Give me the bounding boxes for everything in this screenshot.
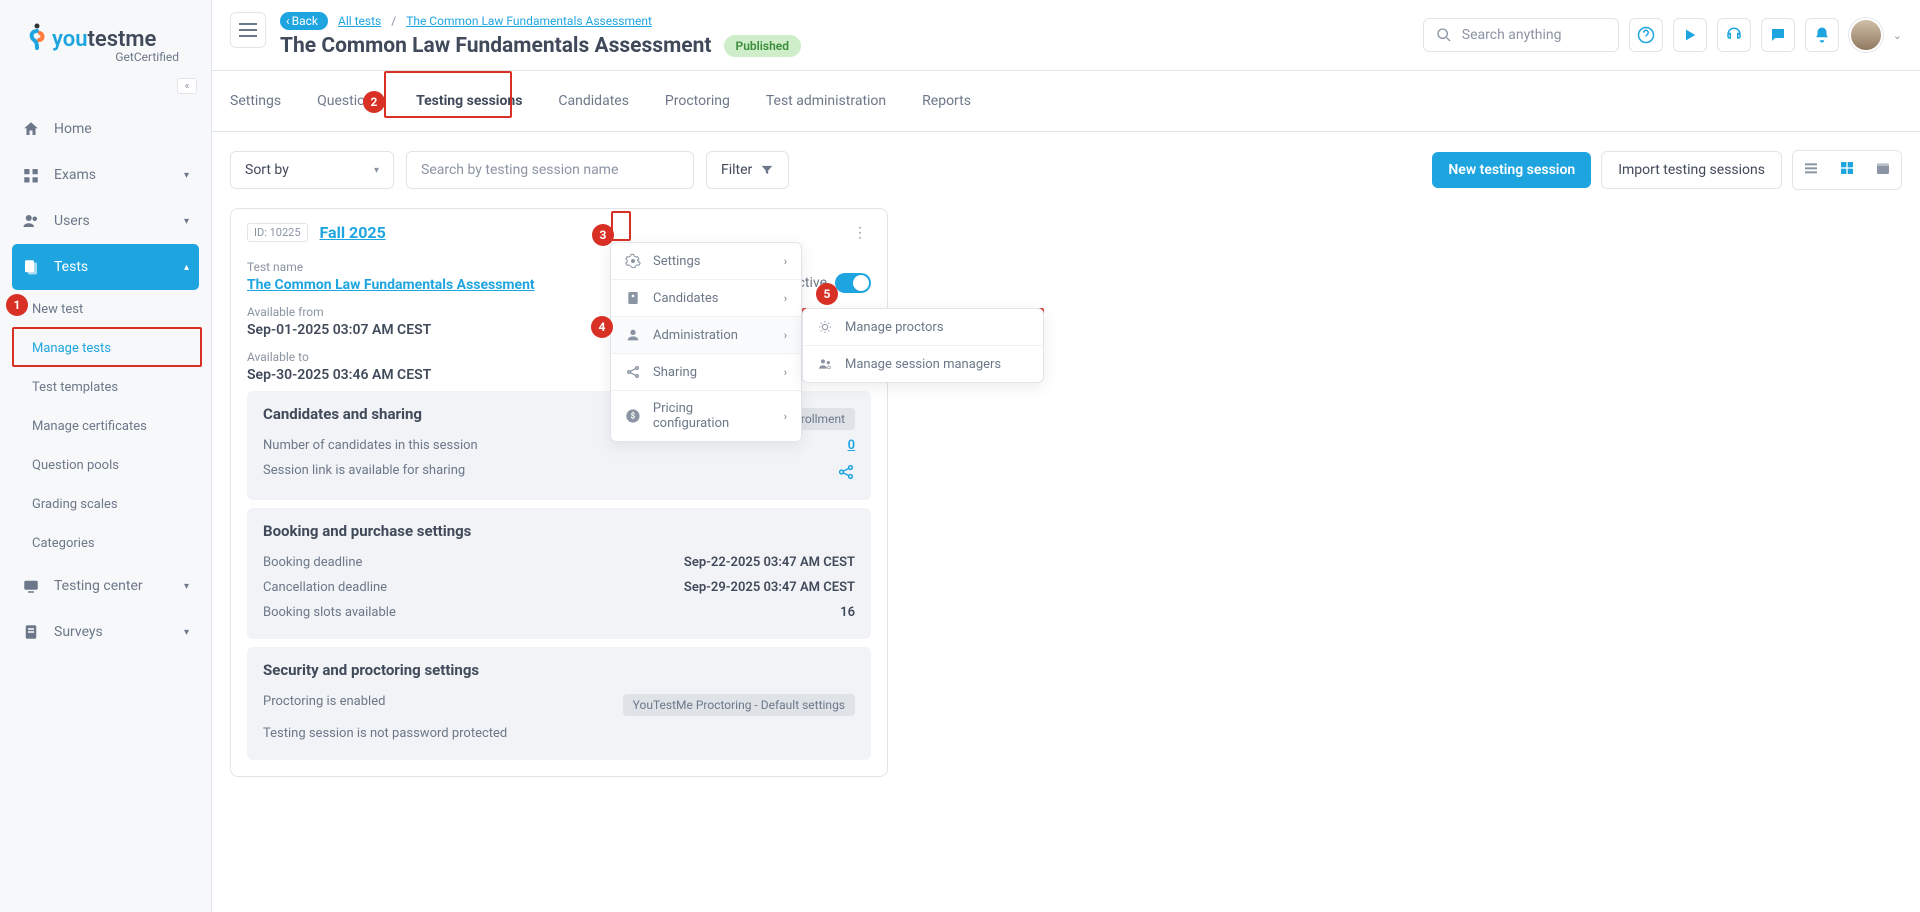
svg-text:$: $ bbox=[631, 412, 636, 421]
administration-submenu: Manage proctors Manage session managers bbox=[802, 308, 1044, 383]
chat-button[interactable] bbox=[1761, 18, 1795, 52]
nav-tests[interactable]: Tests ▴ bbox=[12, 244, 199, 290]
crumb-test-name[interactable]: The Common Law Fundamentals Assessment bbox=[406, 14, 652, 28]
tab-proctoring[interactable]: Proctoring bbox=[665, 71, 730, 131]
nav-manage-certificates[interactable]: Manage certificates bbox=[22, 407, 199, 446]
proctoring-chip: YouTestMe Proctoring - Default settings bbox=[623, 694, 855, 716]
label: Number of candidates in this session bbox=[263, 438, 478, 453]
annotation-marker-5: 5 bbox=[816, 283, 838, 305]
help-button[interactable] bbox=[1629, 18, 1663, 52]
global-search[interactable]: Search anything bbox=[1423, 18, 1619, 52]
nav-categories[interactable]: Categories bbox=[22, 524, 199, 563]
menu-toggle-button[interactable] bbox=[230, 12, 266, 48]
page-title: The Common Law Fundamentals Assessment bbox=[280, 34, 712, 58]
menu-pricing[interactable]: $ Pricing configuration› bbox=[611, 391, 801, 441]
main: ‹ Back All tests / The Common Law Fundam… bbox=[212, 0, 1920, 912]
sort-dropdown[interactable]: Sort by ▾ bbox=[230, 151, 394, 189]
tests-submenu: 1 New test Manage tests Test templates M… bbox=[12, 290, 199, 563]
user-avatar[interactable] bbox=[1849, 18, 1883, 52]
menu-settings[interactable]: Settings› bbox=[611, 243, 801, 280]
session-search-input[interactable]: Search by testing session name bbox=[406, 151, 694, 189]
nav-surveys[interactable]: Surveys ▾ bbox=[12, 609, 199, 655]
tab-reports[interactable]: Reports bbox=[922, 71, 971, 131]
tabs: Settings Questions Testing sessions Cand… bbox=[212, 71, 1920, 132]
filter-button[interactable]: Filter bbox=[706, 151, 789, 189]
candidate-count-link[interactable]: 0 bbox=[848, 438, 855, 453]
menu-administration[interactable]: Administration› bbox=[611, 317, 801, 354]
chevron-up-icon: ▴ bbox=[184, 262, 189, 273]
crumb-all-tests[interactable]: All tests bbox=[338, 14, 381, 28]
nav-label: Exams bbox=[54, 167, 96, 183]
chevron-down-icon: ▾ bbox=[184, 581, 189, 592]
nav-label: Tests bbox=[54, 259, 88, 275]
nav-test-templates[interactable]: Test templates bbox=[22, 368, 199, 407]
view-calendar-button[interactable] bbox=[1865, 151, 1901, 189]
submenu-manage-session-managers[interactable]: Manage session managers bbox=[803, 346, 1043, 382]
tab-candidates[interactable]: Candidates bbox=[558, 71, 629, 131]
nav-testing-center[interactable]: Testing center ▾ bbox=[12, 563, 199, 609]
chevron-down-icon: ▾ bbox=[374, 165, 379, 176]
logo: youtestme GetCertified bbox=[0, 0, 211, 74]
import-sessions-button[interactable]: Import testing sessions bbox=[1601, 151, 1782, 189]
annotation-marker-2: 2 bbox=[363, 91, 385, 113]
toggle-switch[interactable] bbox=[835, 273, 871, 293]
nav-users[interactable]: Users ▾ bbox=[12, 198, 199, 244]
session-name-link[interactable]: Fall 2025 bbox=[320, 223, 386, 242]
label: Available from bbox=[247, 305, 431, 319]
view-list-button[interactable] bbox=[1793, 151, 1829, 189]
support-button[interactable] bbox=[1717, 18, 1751, 52]
annotation-marker-4: 4 bbox=[591, 316, 613, 338]
menu-sharing[interactable]: Sharing› bbox=[611, 354, 801, 391]
search-placeholder: Search anything bbox=[1462, 27, 1562, 43]
highlight-box bbox=[611, 211, 631, 241]
view-grid-button[interactable] bbox=[1829, 151, 1865, 189]
sidebar-collapse-button[interactable]: « bbox=[177, 78, 197, 94]
session-actions-button[interactable]: ⋮ bbox=[849, 225, 871, 241]
nav-exams[interactable]: Exams ▾ bbox=[12, 152, 199, 198]
annotation-marker-3: 3 bbox=[592, 224, 614, 246]
chevron-down-icon: ▾ bbox=[184, 170, 189, 181]
user-menu-chevron[interactable]: ⌄ bbox=[1893, 29, 1902, 42]
menu-candidates[interactable]: Candidates› bbox=[611, 280, 801, 317]
nav-grading-scales[interactable]: Grading scales bbox=[22, 485, 199, 524]
sessions-list: ID: 10225 Fall 2025 ⋮ Test name The Comm… bbox=[212, 208, 1920, 801]
topbar: ‹ Back All tests / The Common Law Fundam… bbox=[212, 0, 1920, 71]
booking-card: Booking and purchase settings Booking de… bbox=[247, 508, 871, 639]
label: Session link is available for sharing bbox=[263, 463, 465, 481]
nav-home[interactable]: Home bbox=[12, 106, 199, 152]
back-button[interactable]: ‹ Back bbox=[280, 12, 328, 30]
new-session-button[interactable]: New testing session bbox=[1432, 152, 1591, 188]
chevron-down-icon: ▾ bbox=[184, 216, 189, 227]
security-card: Security and proctoring settings Proctor… bbox=[247, 647, 871, 760]
share-icon[interactable] bbox=[837, 463, 855, 481]
nav-label: Home bbox=[54, 121, 92, 137]
test-name-link[interactable]: The Common Law Fundamentals Assessment bbox=[247, 277, 535, 293]
session-id: ID: 10225 bbox=[247, 223, 308, 242]
submenu-manage-proctors[interactable]: Manage proctors bbox=[803, 309, 1043, 346]
sessions-toolbar: Sort by ▾ Search by testing session name… bbox=[212, 132, 1920, 208]
status-badge: Published bbox=[724, 35, 801, 57]
sidebar: youtestme GetCertified « Home Exams ▾ Us… bbox=[0, 0, 212, 912]
session-actions-menu: Settings› Candidates› Administration› Sh… bbox=[610, 242, 802, 442]
tab-test-administration[interactable]: Test administration bbox=[766, 71, 886, 131]
nav-manage-tests[interactable]: Manage tests bbox=[22, 329, 199, 368]
notifications-button[interactable] bbox=[1805, 18, 1839, 52]
view-toggle bbox=[1792, 150, 1902, 190]
label: Test name bbox=[247, 260, 535, 274]
available-from: Sep-01-2025 03:07 AM CEST bbox=[247, 322, 431, 338]
breadcrumb: ‹ Back All tests / The Common Law Fundam… bbox=[280, 12, 801, 30]
highlight-box bbox=[384, 71, 512, 118]
tab-settings[interactable]: Settings bbox=[230, 71, 281, 131]
annotation-marker-1: 1 bbox=[6, 294, 28, 316]
nav-new-test[interactable]: New test bbox=[22, 290, 199, 329]
nav-question-pools[interactable]: Question pools bbox=[22, 446, 199, 485]
nav-label: Surveys bbox=[54, 624, 103, 640]
nav-label: Testing center bbox=[54, 578, 143, 594]
nav-label: Users bbox=[54, 213, 90, 229]
chevron-down-icon: ▾ bbox=[184, 627, 189, 638]
play-button[interactable] bbox=[1673, 18, 1707, 52]
